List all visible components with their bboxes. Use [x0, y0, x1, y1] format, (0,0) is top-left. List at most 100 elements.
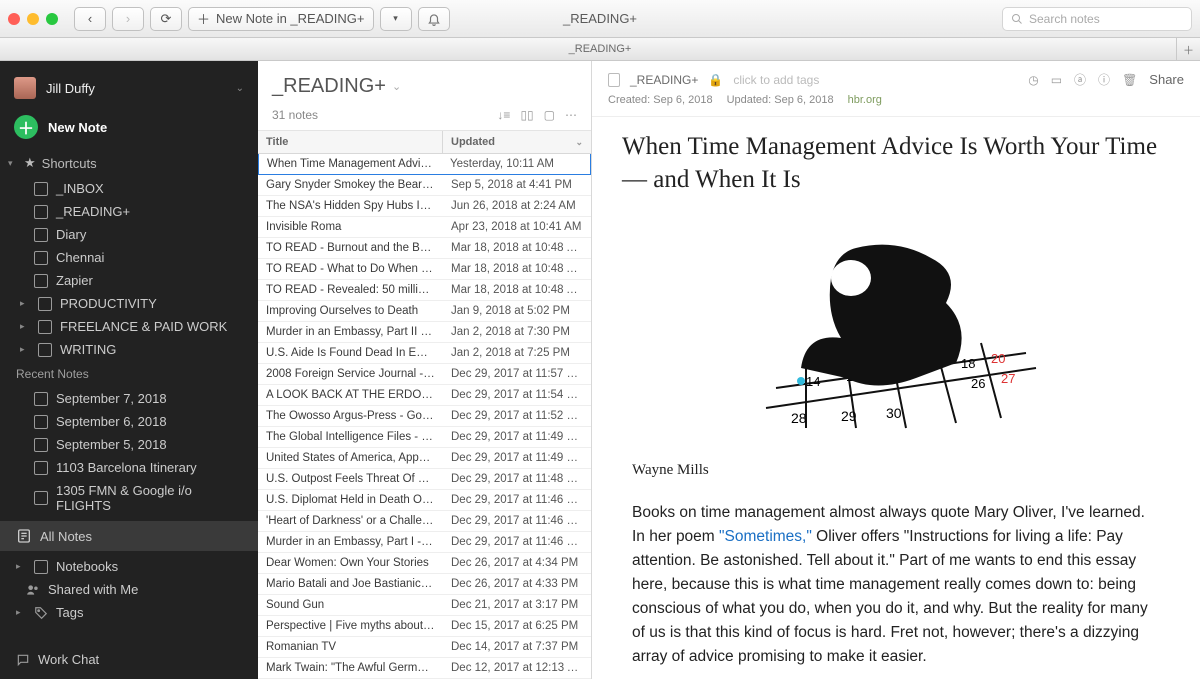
view-icon[interactable]: ▯▯	[520, 108, 533, 122]
row-updated: Mar 18, 2018 at 10:48 AM	[443, 238, 591, 258]
annotate-icon[interactable]: ⓐ	[1074, 71, 1086, 88]
note-notebook[interactable]: _READING+	[630, 73, 698, 87]
present-icon[interactable]: ▭	[1051, 73, 1062, 87]
note-row[interactable]: TO READ - What to Do When W…Mar 18, 2018…	[258, 259, 591, 280]
recent-note[interactable]: 1305 FMN & Google i/o FLIGHTS	[0, 479, 258, 517]
note-row[interactable]: The Global Intelligence Files - Re…Dec 2…	[258, 427, 591, 448]
note-title[interactable]: When Time Management Advice Is Worth You…	[592, 117, 1200, 202]
notes-icon	[16, 528, 32, 544]
recent-note[interactable]: September 7, 2018	[0, 387, 258, 410]
note-row[interactable]: Mario Batali and Joe Bastianich…Dec 26, …	[258, 574, 591, 595]
row-updated: Dec 29, 2017 at 11:46 PM	[443, 532, 591, 552]
note-row[interactable]: Sound GunDec 21, 2017 at 3:17 PM	[258, 595, 591, 616]
titlebar: ‹ › ⟳ ＋ New Note in _READING+ ▾ _READING…	[0, 0, 1200, 38]
row-updated: Jan 9, 2018 at 5:02 PM	[443, 301, 591, 321]
sidebar-item-freelance[interactable]: ▸FREELANCE & PAID WORK	[0, 315, 258, 338]
note-row[interactable]: Mark Twain: "The Awful German…Dec 12, 20…	[258, 658, 591, 679]
note-row[interactable]: U.S. Diplomat Held in Death Of E…Dec 29,…	[258, 490, 591, 511]
row-title: Perspective | Five myths about t…	[258, 616, 443, 636]
row-updated: Jan 2, 2018 at 7:30 PM	[443, 322, 591, 342]
note-icon	[34, 491, 48, 505]
sidebar-item-chennai[interactable]: Chennai	[0, 246, 258, 269]
source-url[interactable]: hbr.org	[848, 94, 882, 106]
sync-button[interactable]: ⟳	[150, 7, 182, 31]
recent-note[interactable]: September 6, 2018	[0, 410, 258, 433]
note-row[interactable]: United States of America, Appell…Dec 29,…	[258, 448, 591, 469]
row-updated: Dec 26, 2017 at 4:34 PM	[443, 553, 591, 573]
sidebar-item-diary[interactable]: Diary	[0, 223, 258, 246]
row-title: The Global Intelligence Files - Re…	[258, 427, 443, 447]
note-row[interactable]: Perspective | Five myths about t…Dec 15,…	[258, 616, 591, 637]
info-icon[interactable]: ⓘ	[1098, 71, 1110, 88]
row-title: TO READ - What to Do When W…	[258, 259, 443, 279]
note-row[interactable]: A LOOK BACK AT THE ERDOS…Dec 29, 2017 at…	[258, 385, 591, 406]
note-row[interactable]: Dear Women: Own Your StoriesDec 26, 2017…	[258, 553, 591, 574]
note-row[interactable]: 'Heart of Darkness' or a Challen…Dec 29,…	[258, 511, 591, 532]
close-window-icon[interactable]	[8, 13, 20, 25]
fullscreen-window-icon[interactable]	[46, 13, 58, 25]
search-icon	[1011, 13, 1023, 25]
sidebar-all-notes[interactable]: All Notes	[0, 521, 258, 551]
sidebar-item-writing[interactable]: ▸WRITING	[0, 338, 258, 361]
new-tab-button[interactable]: ＋	[1176, 38, 1200, 61]
forward-button[interactable]: ›	[112, 7, 144, 31]
trash-icon[interactable]: 🗑	[1122, 73, 1137, 87]
sidebar-item-productivity[interactable]: ▸PRODUCTIVITY	[0, 292, 258, 315]
sidebar-shared[interactable]: Shared with Me	[0, 578, 258, 601]
notebook-title[interactable]: _READING+ ⌄	[272, 75, 577, 98]
filter-icon[interactable]: ▢	[544, 108, 555, 122]
shortcuts-header[interactable]: ▾ ★ Shortcuts	[0, 149, 258, 177]
note-row[interactable]: Invisible RomaApr 23, 2018 at 10:41 AM	[258, 217, 591, 238]
note-row[interactable]: Murder in an Embassy, Part II - P…Jan 2,…	[258, 322, 591, 343]
sidebar-item-inbox[interactable]: _INBOX	[0, 177, 258, 200]
more-icon[interactable]: ⋯	[565, 108, 577, 122]
sidebar-workchat[interactable]: Work Chat	[0, 648, 258, 679]
recent-note[interactable]: 1103 Barcelona Itinerary	[0, 456, 258, 479]
row-title: The Owosso Argus-Press - Goog…	[258, 406, 443, 426]
note-row[interactable]: 2008 Foreign Service Journal - E…Dec 29,…	[258, 364, 591, 385]
sidebar-item-zapier[interactable]: Zapier	[0, 269, 258, 292]
minimize-window-icon[interactable]	[27, 13, 39, 25]
reminder-icon[interactable]: ◷	[1028, 73, 1038, 87]
row-title: TO READ - Burnout and the Brain	[258, 238, 443, 258]
note-row[interactable]: Romanian TVDec 14, 2017 at 7:37 PM	[258, 637, 591, 658]
article-body[interactable]: Books on time management almost always q…	[592, 487, 1200, 679]
new-note-dropdown[interactable]: ▾	[380, 7, 412, 31]
note-row[interactable]: U.S. Aide Is Found Dead In Emb…Jan 2, 20…	[258, 343, 591, 364]
user-name: Jill Duffy	[46, 81, 95, 96]
note-row[interactable]: The Owosso Argus-Press - Goog…Dec 29, 20…	[258, 406, 591, 427]
sidebar-new-note[interactable]: ＋ New Note	[0, 105, 258, 149]
tab-bar: _READING+ ＋	[0, 38, 1200, 61]
stack-icon	[38, 297, 52, 311]
add-tags[interactable]: click to add tags	[733, 73, 819, 87]
sort-icon[interactable]: ↓≡	[497, 108, 510, 122]
note-row[interactable]: When Time Management Advice…Yesterday, 1…	[258, 154, 591, 175]
share-button[interactable]: Share	[1149, 72, 1184, 87]
col-title[interactable]: Title	[258, 131, 443, 153]
notebook-icon	[34, 560, 48, 574]
note-row[interactable]: TO READ - Revealed: 50 million…Mar 18, 2…	[258, 280, 591, 301]
disclosure-icon: ▸	[16, 561, 26, 572]
row-title: When Time Management Advice…	[259, 154, 442, 174]
sidebar-item-reading[interactable]: _READING+	[0, 200, 258, 223]
sidebar-tags[interactable]: ▸ Tags	[0, 601, 258, 624]
new-note-button[interactable]: ＋ New Note in _READING+	[188, 7, 374, 31]
note-row[interactable]: TO READ - Burnout and the BrainMar 18, 2…	[258, 238, 591, 259]
note-row[interactable]: U.S. Outpost Feels Threat Of Bu…Dec 29, …	[258, 469, 591, 490]
recent-note[interactable]: September 5, 2018	[0, 433, 258, 456]
note-icon	[34, 438, 48, 452]
note-row[interactable]: Gary Snyder Smokey the Bear S…Sep 5, 201…	[258, 175, 591, 196]
row-updated: Dec 14, 2017 at 7:37 PM	[443, 637, 591, 657]
link-sometimes[interactable]: "Sometimes,"	[719, 528, 812, 545]
tab-reading[interactable]: _READING+	[569, 43, 632, 55]
row-title: Romanian TV	[258, 637, 443, 657]
reminders-button[interactable]	[418, 7, 450, 31]
note-row[interactable]: Improving Ourselves to DeathJan 9, 2018 …	[258, 301, 591, 322]
search-input[interactable]: Search notes	[1002, 7, 1192, 31]
note-row[interactable]: The NSA's Hidden Spy Hubs In E…Jun 26, 2…	[258, 196, 591, 217]
note-row[interactable]: Murder in an Embassy, Part I - "I…Dec 29…	[258, 532, 591, 553]
sidebar-notebooks[interactable]: ▸Notebooks	[0, 555, 258, 578]
back-button[interactable]: ‹	[74, 7, 106, 31]
account-switcher[interactable]: Jill Duffy ⌄	[0, 71, 258, 105]
col-updated[interactable]: Updated⌄	[443, 131, 591, 153]
